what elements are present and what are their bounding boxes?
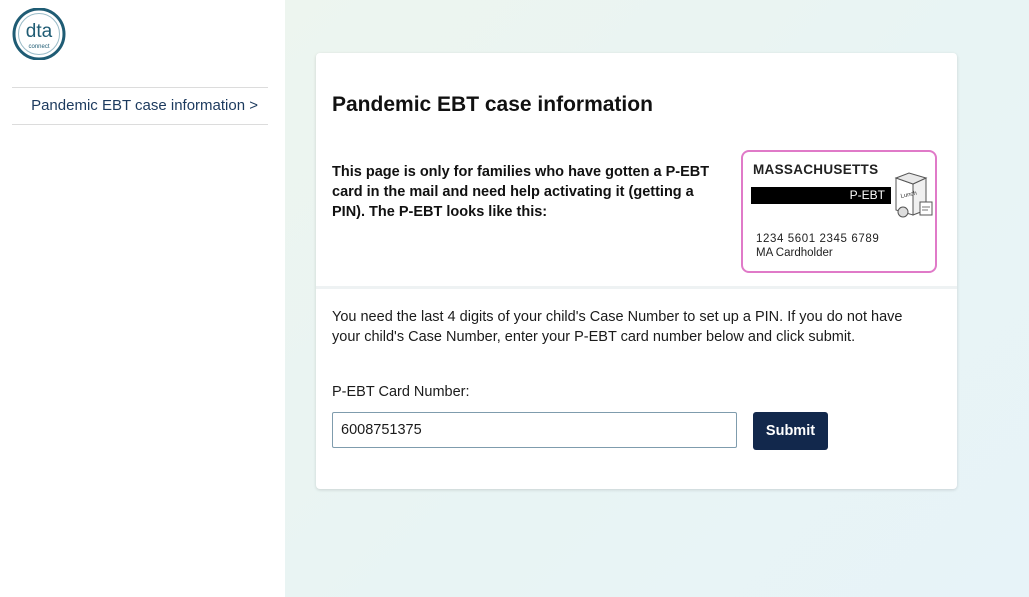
intro-text: This page is only for families who have …	[332, 164, 710, 220]
logo-text: dta	[26, 21, 53, 42]
sidebar-item-pandemic-ebt-case-information[interactable]: Pandemic EBT case information >	[31, 97, 258, 114]
ebt-card-stripe: P-EBT	[751, 187, 891, 204]
case-info-card: Pandemic EBT case information This page …	[316, 53, 957, 489]
sidebar: dta connect Pandemic EBT case informatio…	[0, 0, 285, 597]
page-title: Pandemic EBT case information	[332, 93, 653, 116]
section-divider	[316, 286, 957, 289]
dta-connect-logo-mark: dta connect	[12, 7, 66, 61]
card-number-input[interactable]	[332, 412, 737, 448]
logo-subtext: connect	[28, 44, 49, 50]
dta-connect-logo[interactable]: dta connect	[11, 7, 69, 61]
main-content: Pandemic EBT case information This page …	[285, 0, 1029, 597]
submit-button[interactable]: Submit	[753, 412, 828, 450]
ebt-card-holder: MA Cardholder	[756, 247, 833, 259]
card-number-label: P-EBT Card Number:	[332, 384, 470, 400]
sidebar-nav: Pandemic EBT case information >	[12, 87, 268, 125]
ebt-card-state: MASSACHUSETTS	[753, 162, 879, 177]
lunch-bag-icon: Lunch	[894, 172, 933, 218]
help-text: You need the last 4 digits of your child…	[332, 309, 903, 345]
p-ebt-card-illustration: MASSACHUSETTS P-EBT Lunch 1234 5601 2345…	[741, 150, 937, 273]
ebt-card-program: P-EBT	[849, 188, 885, 202]
ebt-card-number: 1234 5601 2345 6789	[756, 233, 880, 245]
